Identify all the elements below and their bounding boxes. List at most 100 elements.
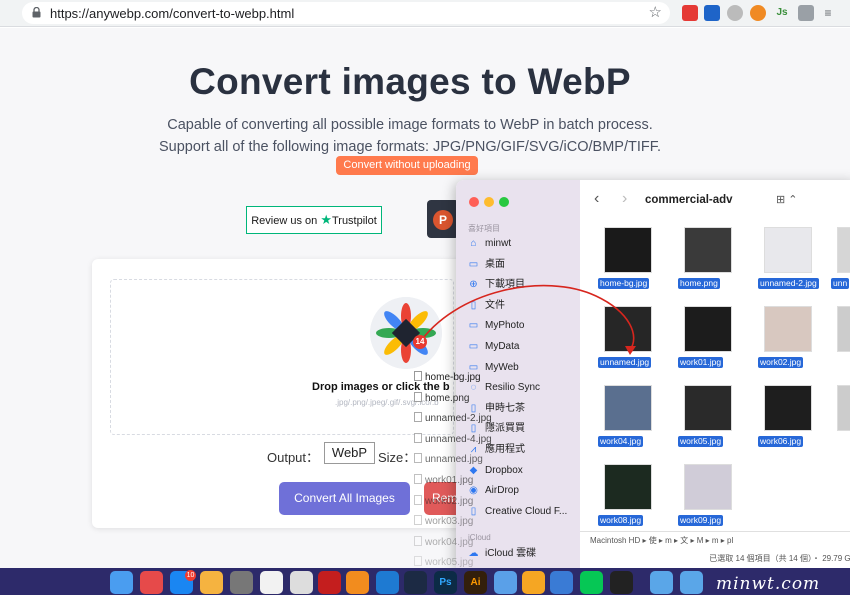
sidebar-item[interactable]: ▯ Creative Cloud F... xyxy=(468,503,568,521)
file-name-label: work02.jpg xyxy=(758,357,804,368)
file-icon xyxy=(414,556,422,567)
dragged-file-item: home-bg.jpg xyxy=(414,371,481,385)
dragged-file-name: unnamed-2.jpg xyxy=(425,413,492,425)
filezilla-dock-icon[interactable] xyxy=(318,571,341,594)
file-thumbnail[interactable] xyxy=(837,385,850,431)
sidebar-item[interactable]: ▯ 文件 xyxy=(468,297,505,315)
file-thumbnail[interactable] xyxy=(837,306,850,352)
finder-dock-icon[interactable] xyxy=(110,571,133,594)
illustrator-dock-icon[interactable]: Ai xyxy=(464,571,487,594)
subtitle-2: Support all of the following image forma… xyxy=(158,139,662,155)
file-icon xyxy=(414,453,422,464)
file-thumbnail[interactable] xyxy=(837,227,850,273)
file-icon xyxy=(414,371,422,381)
file-name-label: unnamed.jpg xyxy=(598,357,652,368)
file-thumbnail[interactable] xyxy=(604,464,652,510)
terminal-dock-icon[interactable] xyxy=(610,571,633,594)
file-thumbnail[interactable] xyxy=(764,385,812,431)
zoom-window-button[interactable] xyxy=(499,197,509,207)
status-bar: 已選取 14 個項目（共 14 個）‧ 29.79 GB xyxy=(709,554,850,563)
close-window-button[interactable] xyxy=(469,197,479,207)
file-thumbnail[interactable] xyxy=(684,306,732,352)
sidebar-item-icloud-drive[interactable]: ☁ iCloud 雲碟 xyxy=(468,545,537,563)
dragged-file-item: home.png xyxy=(414,391,470,406)
file-icon xyxy=(414,515,422,526)
launchpad-dock-icon[interactable] xyxy=(140,571,163,594)
vscode-dock-icon[interactable] xyxy=(376,571,399,594)
file-thumbnail[interactable] xyxy=(684,385,732,431)
folder-icon: ▭ xyxy=(468,320,479,332)
puzzle-icon[interactable] xyxy=(798,5,814,21)
dragged-file-name: work05.jpg xyxy=(425,557,474,569)
photoshop-dock-icon[interactable]: Ps xyxy=(434,571,457,594)
file-name-label: work01.jpg xyxy=(678,357,724,368)
trustpilot-brand: Trustpilot xyxy=(331,215,377,227)
output-format-select[interactable]: WebP xyxy=(324,442,375,464)
sidebar-item[interactable]: ▭ MyPhoto xyxy=(468,317,525,335)
lock-icon xyxy=(32,7,41,18)
file-thumbnail[interactable] xyxy=(764,306,812,352)
app-dock-icon[interactable] xyxy=(290,571,313,594)
document-icon: ▯ xyxy=(470,299,477,311)
sublime-dock-icon[interactable] xyxy=(346,571,369,594)
file-thumbnail[interactable] xyxy=(684,227,732,273)
folder-dock-icon[interactable] xyxy=(680,571,703,594)
photos-dock-icon[interactable] xyxy=(200,571,223,594)
view-mode-icon[interactable]: ⊞ ⌃ xyxy=(776,193,798,206)
output-label: Output： xyxy=(267,450,320,465)
dragged-file-name: unnamed.jpg xyxy=(425,454,483,466)
bookmark-star-icon[interactable]: ☆ xyxy=(649,3,662,21)
sidebar-item-label: iCloud 雲碟 xyxy=(485,548,537,559)
settings-dock-icon[interactable] xyxy=(230,571,253,594)
finder-content: ‹ › commercial-adv ⊞ ⌃ home-bg.jpg home.p… xyxy=(580,180,850,568)
file-icon xyxy=(414,535,422,546)
sidebar-item-label: minwt xyxy=(485,238,512,249)
messenger-dock-icon[interactable] xyxy=(550,571,573,594)
app-dock-icon[interactable] xyxy=(522,571,545,594)
line-dock-icon[interactable] xyxy=(580,571,603,594)
forward-chevron-icon[interactable]: › xyxy=(622,190,627,208)
file-name-label: home-bg.jpg xyxy=(598,278,650,289)
app-dock-icon[interactable] xyxy=(404,571,427,594)
dragged-file-name: home.png xyxy=(425,392,470,404)
dragged-file-name: work02.jpg xyxy=(425,495,474,507)
file-thumbnail[interactable] xyxy=(604,227,652,273)
sidebar-item-label: MyPhoto xyxy=(485,320,525,332)
file-thumbnail[interactable] xyxy=(764,227,812,273)
address-bar[interactable]: https://anywebp.com/convert-to-webp.html… xyxy=(22,2,670,24)
file-thumbnail[interactable] xyxy=(604,306,652,352)
chrome-dock-icon[interactable] xyxy=(260,571,283,594)
menu-icon[interactable]: ≡ xyxy=(820,5,836,21)
file-thumbnail[interactable] xyxy=(604,385,652,431)
back-chevron-icon[interactable]: ‹ xyxy=(594,190,599,208)
producthunt-badge[interactable]: P xyxy=(427,200,459,238)
browser-toolbar: https://anywebp.com/convert-to-webp.html… xyxy=(0,0,850,27)
extension-icon[interactable] xyxy=(682,5,698,21)
extension-icon[interactable] xyxy=(727,5,743,21)
drag-count-badge: 14 xyxy=(413,335,427,349)
js-extension-icon[interactable]: Js xyxy=(774,5,790,21)
convert-all-button[interactable]: Convert All Images xyxy=(279,482,410,515)
finder-window: 喜好項目 ⌂ minwt ▭ 桌面 ⊕ 下載項目 ▯ 文件 ▭ MyPhoto ▭ MyData ▭ My… xyxy=(456,180,850,568)
finder-folder-title: commercial-adv xyxy=(645,194,733,206)
extension-icon[interactable] xyxy=(704,5,720,21)
dragged-file-name: home-bg.jpg xyxy=(425,372,481,383)
file-name-label: work05.jpg xyxy=(678,436,724,447)
sidebar-item[interactable]: ▭ MyData xyxy=(468,338,520,356)
sidebar-item[interactable]: ◉ AirDrop xyxy=(468,482,519,500)
dragged-file-item: unnamed.jpg xyxy=(414,453,483,467)
dragged-file-name: unnamed-4.jpg xyxy=(425,433,492,445)
minimize-window-button[interactable] xyxy=(484,197,494,207)
file-thumbnail[interactable] xyxy=(684,464,732,510)
app-dock-icon[interactable] xyxy=(494,571,517,594)
file-icon xyxy=(414,391,422,402)
favorites-heading: 喜好項目 xyxy=(468,224,500,233)
sidebar-item[interactable]: ▭ 桌面 xyxy=(468,256,505,274)
file-name-label: work04.jpg xyxy=(598,436,644,447)
sidebar-item[interactable]: ⌂ minwt xyxy=(468,235,511,253)
trustpilot-review-button[interactable]: Review us on ★Trustpilot xyxy=(246,206,382,234)
sidebar-item-label: MyWeb xyxy=(485,361,519,373)
extension-icon[interactable] xyxy=(750,5,766,21)
folder-dock-icon[interactable] xyxy=(650,571,673,594)
sidebar-item[interactable]: ⊕ 下載項目 xyxy=(468,276,525,294)
